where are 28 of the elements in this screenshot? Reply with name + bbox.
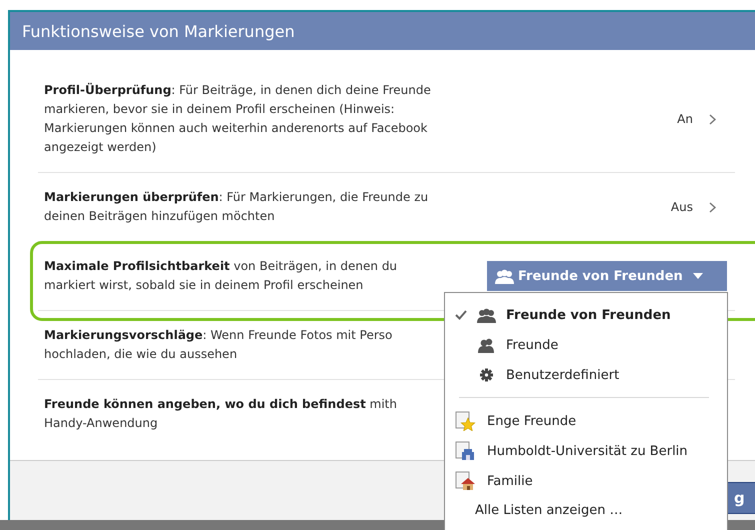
menu-item[interactable]: Benutzerdefiniert <box>445 360 727 390</box>
setting-value[interactable]: Aus <box>670 200 693 214</box>
setting-description: Maximale Profilsichtbarkeit von Beiträgen, in denen du markiert wirst, sobald sie in deinem Profil erscheinen <box>44 258 398 294</box>
setting-description: Markierungen überprüfen: Für Markierungen, die Freunde zu deinen Beiträgen hinzufügen möchten <box>44 189 428 225</box>
people-icon <box>477 338 496 352</box>
people-icon <box>477 308 496 322</box>
setting-value[interactable]: An <box>677 112 693 126</box>
menu-item[interactable]: Enge Freunde <box>445 406 727 436</box>
house-list-icon <box>455 471 477 491</box>
audience-dropdown[interactable]: Freunde von Freunden <box>487 261 727 291</box>
gear-icon <box>477 368 496 382</box>
menu-item[interactable]: Familie <box>445 466 727 496</box>
menu-item[interactable]: Freunde von Freunden <box>445 300 727 330</box>
all-lists-link[interactable]: Alle Listen anzeigen … <box>445 496 727 524</box>
chevron-right-icon <box>709 202 717 212</box>
menu-item[interactable]: Humboldt-Universität zu Berlin <box>445 436 727 466</box>
chevron-right-icon <box>709 114 717 124</box>
people-icon <box>495 268 514 284</box>
dialog-title: Funktionsweise von Markierungen <box>10 12 755 50</box>
setting-description: Markierungsvorschläge: Wenn Freunde Fotos mit Perso hochladen, die wie du aussehen <box>44 327 392 363</box>
caret-icon <box>692 273 703 279</box>
confirm-button[interactable]: g <box>727 482 755 514</box>
building-list-icon <box>455 441 477 461</box>
star-list-icon <box>455 411 477 431</box>
menu-item[interactable]: Freunde <box>445 330 727 360</box>
checkmark-icon <box>455 309 467 321</box>
setting-description: Freunde können angeben, wo du dich befindest mith Handy-Anwendung <box>44 396 397 432</box>
setting-description: Profil-Überprüfung: Für Beiträge, in denen dich deine Freunde markieren, bevor sie in deinem Profil erscheinen (Hinweis: Markierungen können auch weiterhin anderenorts auf Facebook angezeigt werden) <box>44 82 431 156</box>
